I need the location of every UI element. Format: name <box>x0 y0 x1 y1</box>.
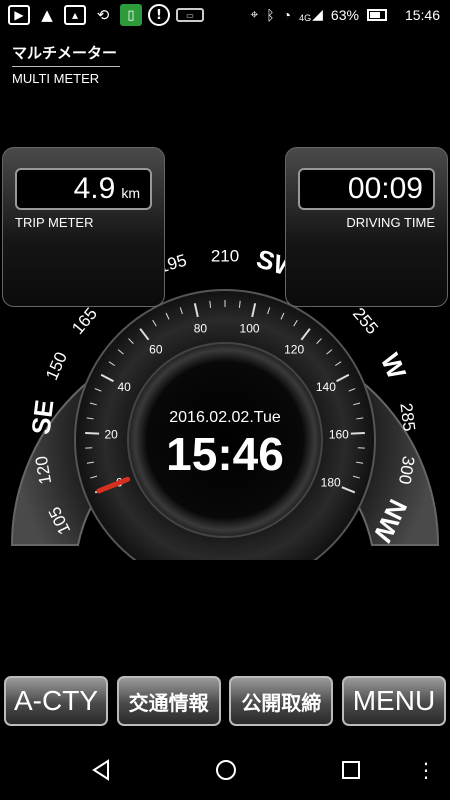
phone-rotate-icon: ⟲ <box>96 6 110 24</box>
driving-time-display: 00:09 <box>298 168 435 210</box>
clock-time: 15:46 <box>166 428 284 480</box>
menu-button[interactable]: MENU <box>341 676 446 726</box>
a-cty-button-label: A-CTY <box>14 685 98 716</box>
enforcement-button[interactable]: 公開取締 <box>229 676 334 726</box>
compass-bearing-label: 150 <box>42 349 71 383</box>
trip-meter-unit: km <box>121 185 140 201</box>
speed-tick-label: 100 <box>240 322 260 336</box>
back-icon[interactable] <box>87 756 115 784</box>
location-icon: ⌖ <box>250 6 259 22</box>
compass-bearing-label: 165 <box>68 304 101 338</box>
trip-meter-panel: 4.9 km TRIP METER <box>2 147 165 307</box>
enforcement-button-label: 公開取締 <box>241 692 322 715</box>
wifi-icon: ◔ <box>282 6 292 23</box>
status-time: 15:46 <box>404 6 440 23</box>
traffic-info-button-label: 交通情報 <box>128 692 209 715</box>
speed-tick-label: 60 <box>149 342 163 356</box>
compass-bearing-label: 210 <box>211 247 239 266</box>
trip-meter-value: 4.9 <box>73 172 116 205</box>
traffic-info-button[interactable]: 交通情報 <box>116 676 221 726</box>
trip-meter-label: TRIP METER <box>15 215 94 230</box>
bluetooth-icon: ᛒ <box>266 6 275 23</box>
system-icons: ⌖ ᛒ ◔ 4G ◢ 63% 15:46 <box>250 6 440 23</box>
app-header: マルチメーター MULTI METER <box>12 42 120 86</box>
battery-percent: 63% <box>330 6 359 23</box>
driving-time-panel: 00:09 DRIVING TIME <box>285 147 448 307</box>
speed-tick-label: 40 <box>117 380 131 394</box>
play-store-icon: ▶ <box>8 5 30 25</box>
speed-tick-label: 120 <box>284 342 304 356</box>
bottom-button-bar: A-CTY 交通情報 公開取締 MENU <box>4 676 446 726</box>
driving-time-value: 00:09 <box>347 172 423 205</box>
image-icon: ▴ <box>64 5 86 25</box>
navigation-bar: ⋮ <box>0 740 450 800</box>
battery-icon <box>366 8 387 21</box>
app-icon: ▯ <box>120 4 142 26</box>
signal-icon: 4G ◢ <box>299 6 323 23</box>
compass-bearing-label: 255 <box>349 304 382 338</box>
page-subtitle: MULTI METER <box>12 71 100 86</box>
speed-tick-label: 140 <box>316 380 336 394</box>
a-cty-button[interactable]: A-CTY <box>4 676 108 726</box>
home-icon[interactable] <box>212 756 240 784</box>
trip-meter-display: 4.9 km <box>15 168 152 210</box>
status-bar: ▶ ▲ ▴ ⟲ ▯ ! ▭ ⌖ ᛒ ◔ 4G ◢ 63% 15:46 <box>0 0 450 32</box>
alert-icon: ! <box>148 4 170 26</box>
recent-apps-icon[interactable] <box>337 756 365 784</box>
compass-direction-label: W <box>375 349 413 384</box>
navigation-arrow-icon: ▲ <box>41 6 53 24</box>
speed-tick-label: 80 <box>194 322 208 336</box>
notification-icons: ▶ ▲ ▴ ⟲ ▯ ! ▭ <box>8 4 204 26</box>
page-title: マルチメーター <box>12 45 118 62</box>
divider <box>12 66 120 67</box>
network-type: 4G <box>299 13 312 23</box>
overflow-menu-icon[interactable]: ⋮ <box>412 756 440 784</box>
clock-date: 2016.02.02.Tue <box>169 409 281 426</box>
driving-time-label: DRIVING TIME <box>346 215 435 230</box>
menu-button-label: MENU <box>352 685 436 716</box>
notification-icon: ▭ <box>176 8 204 22</box>
